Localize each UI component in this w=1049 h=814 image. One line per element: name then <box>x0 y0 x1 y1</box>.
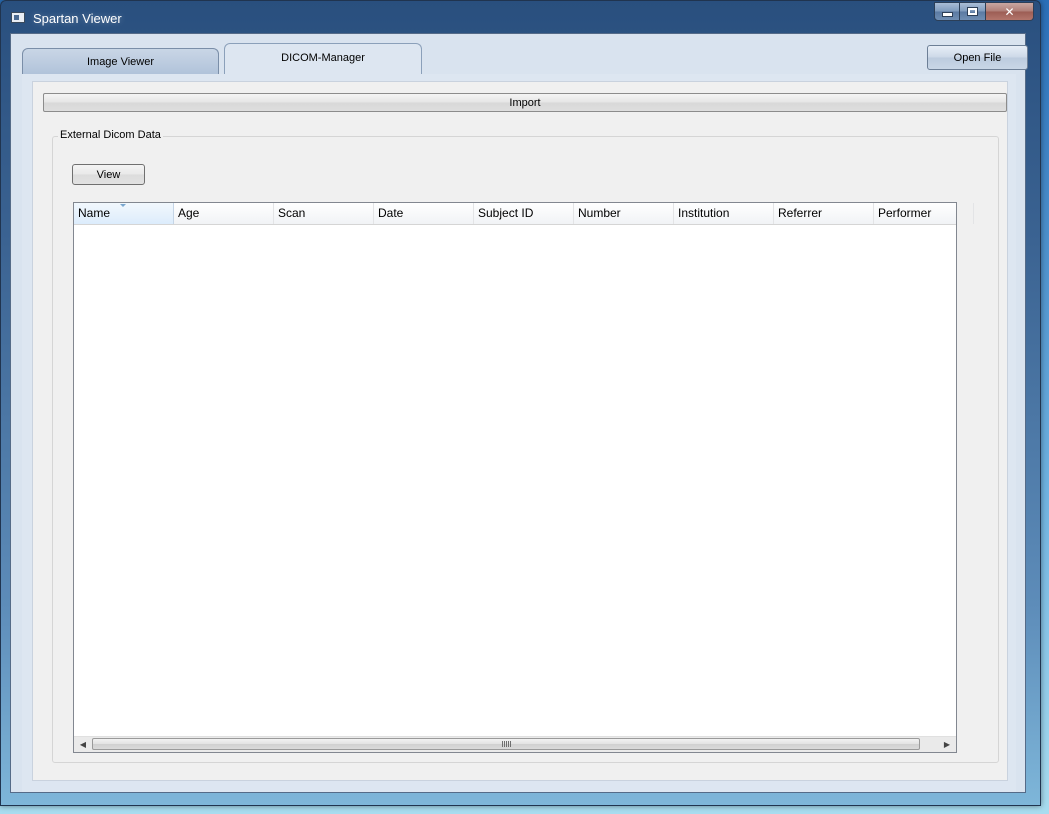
column-header-label: Subject ID <box>478 206 534 220</box>
scroll-right-button[interactable]: ▶ <box>939 737 955 752</box>
tab-image-viewer[interactable]: Image Viewer <box>22 48 219 74</box>
horizontal-scrollbar[interactable]: ◀ ▶ <box>74 736 956 752</box>
maximize-icon <box>967 7 978 16</box>
column-header-age[interactable]: Age <box>174 203 274 224</box>
column-header-referrer[interactable]: Referrer <box>774 203 874 224</box>
column-header-subject-id[interactable]: Subject ID <box>474 203 574 224</box>
minimize-button[interactable] <box>934 2 960 21</box>
scroll-right-icon: ▶ <box>943 740 951 749</box>
table-body[interactable] <box>74 225 956 736</box>
scroll-left-icon: ◀ <box>79 740 87 749</box>
column-header-label: Performer <box>878 206 932 220</box>
column-header-label: Institution <box>678 206 730 220</box>
view-button[interactable]: View <box>72 164 145 185</box>
column-header-label: Age <box>178 206 200 220</box>
title-bar[interactable]: Spartan Viewer ✕ <box>1 1 1040 33</box>
app-window: Spartan Viewer ✕ Image Viewer DICOM-Mana… <box>0 0 1041 806</box>
close-button[interactable]: ✕ <box>986 2 1034 21</box>
column-header-performer[interactable]: Performer <box>874 203 974 224</box>
column-header-label: Name <box>78 206 111 220</box>
column-header-number[interactable]: Number <box>574 203 674 224</box>
column-header-label: Date <box>378 206 404 220</box>
scrollbar-grip-icon <box>501 741 511 747</box>
tab-label: Image Viewer <box>86 55 155 68</box>
scroll-left-button[interactable]: ◀ <box>75 737 91 752</box>
dicom-manager-panel: Import External Dicom Data View Name Age <box>22 74 1016 792</box>
app-icon[interactable] <box>11 12 25 23</box>
import-button[interactable]: Import <box>43 93 1007 112</box>
scrollbar-thumb[interactable] <box>92 738 920 750</box>
sort-ascending-icon <box>120 204 126 207</box>
column-header-label: Number <box>578 206 621 220</box>
column-header-label: Referrer <box>778 206 823 220</box>
column-header-name[interactable]: Name <box>74 203 174 224</box>
column-header-scan[interactable]: Scan <box>274 203 374 224</box>
table-header: Name Age Scan Date Subject ID Number Ins… <box>74 203 974 225</box>
panel-content: Import External Dicom Data View Name Age <box>32 81 1008 781</box>
tab-dicom-manager[interactable]: DICOM-Manager <box>224 43 422 75</box>
tab-label: DICOM-Manager <box>281 52 365 64</box>
open-file-button[interactable]: Open File <box>927 45 1028 70</box>
group-title: External Dicom Data <box>58 129 163 141</box>
minimize-icon <box>941 12 953 17</box>
window-title: Spartan Viewer <box>33 11 122 26</box>
dicom-table[interactable]: Name Age Scan Date Subject ID Number Ins… <box>73 202 974 753</box>
column-header-institution[interactable]: Institution <box>674 203 774 224</box>
client-area: Image Viewer DICOM-Manager Open File Imp… <box>10 33 1028 793</box>
external-dicom-data-group: External Dicom Data View Name Age Scan D… <box>52 129 999 763</box>
maximize-button[interactable] <box>960 2 986 21</box>
caption-buttons: ✕ <box>934 2 1034 22</box>
column-header-date[interactable]: Date <box>374 203 474 224</box>
column-header-label: Scan <box>278 206 306 220</box>
close-icon: ✕ <box>1004 4 1015 19</box>
